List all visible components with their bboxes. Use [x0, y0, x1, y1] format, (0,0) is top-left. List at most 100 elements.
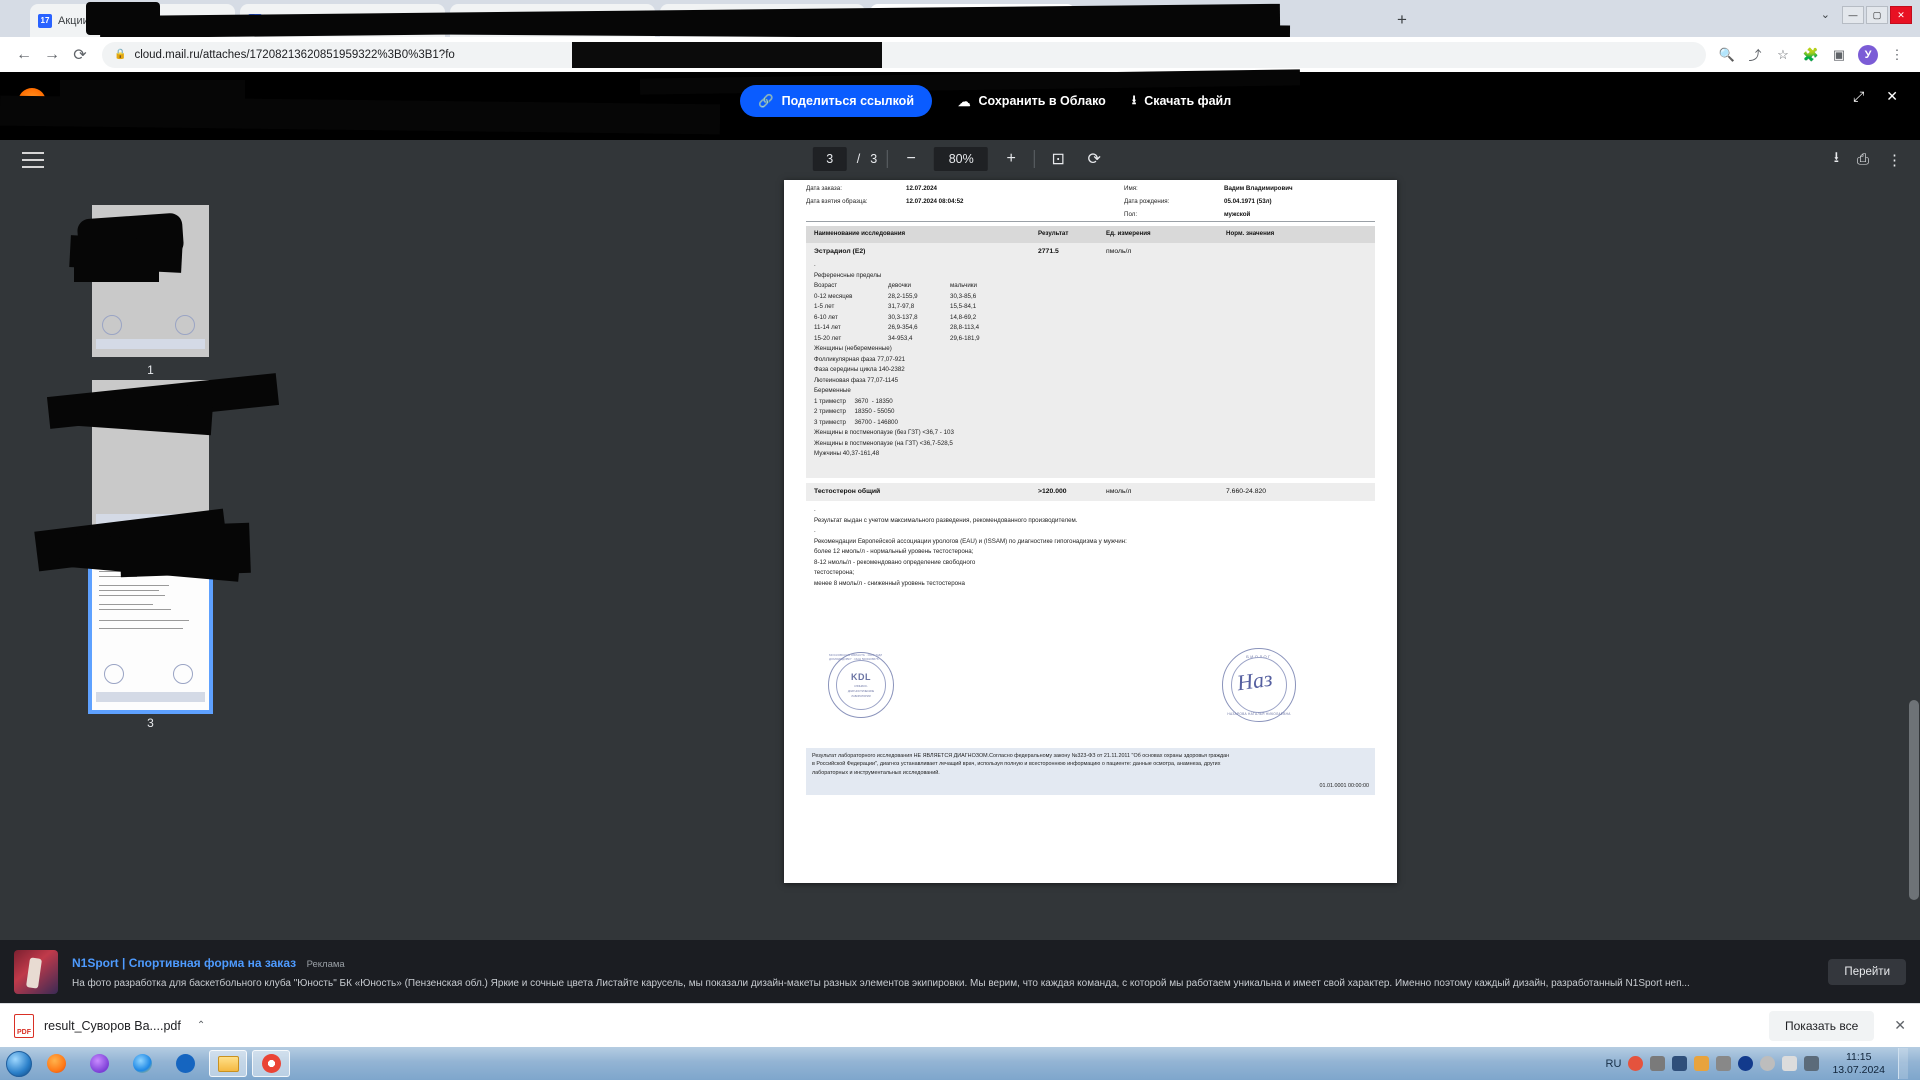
seal-bottom-text: НАЗАРОВА НАТАЛЬЯ НИКОЛАЕВНА — [1223, 712, 1295, 717]
taskbar-app-chrome[interactable] — [252, 1050, 290, 1077]
taskbar-app-firefox[interactable] — [37, 1050, 75, 1077]
update-icon[interactable] — [1694, 1056, 1709, 1071]
thumb-seal-icon — [175, 315, 195, 335]
share-link-button[interactable]: 🔗 Поделиться ссылкой — [740, 85, 932, 117]
reference-extra: Лютеиновая фаза 77,07-1145 — [814, 377, 1367, 388]
ref-age: 11-14 лет — [814, 324, 888, 333]
side-panel-icon[interactable]: ▣ — [1826, 42, 1852, 68]
display-icon[interactable] — [1672, 1056, 1687, 1071]
back-button-icon[interactable]: ← — [10, 41, 38, 69]
taskbar-app-media[interactable] — [166, 1050, 204, 1077]
download-file-name[interactable]: result_Суворов Ва....pdf — [44, 1019, 181, 1033]
tab-favicon: 17 — [38, 14, 52, 28]
network-icon[interactable] — [1650, 1056, 1665, 1071]
ad-title[interactable]: N1Sport | Спортивная форма на заказ — [72, 956, 296, 970]
taskbar-clock[interactable]: 11:15 13.07.2024 — [1826, 1051, 1885, 1077]
rotate-icon[interactable]: ⟳ — [1081, 146, 1107, 172]
download-file-label: Скачать файл — [1144, 94, 1231, 108]
chrome-icon — [262, 1054, 281, 1073]
download-file-button[interactable]: ⭳ Скачать файл — [1132, 91, 1231, 112]
ref-age: 6-10 лет — [814, 314, 888, 323]
share-icon[interactable]: ⤴ — [1742, 42, 1768, 68]
language-indicator[interactable]: RU — [1606, 1058, 1622, 1070]
disclaimer-line: лабораторных и инструментальных исследов… — [812, 769, 1369, 777]
window-controls: ⌄ — ▢ ✕ — [1815, 5, 1912, 24]
bookmark-star-icon[interactable]: ☆ — [1770, 42, 1796, 68]
close-window-button[interactable]: ✕ — [1890, 6, 1912, 24]
reference-row: 15-20 лет34-953,429,6-181,9 — [814, 335, 1367, 346]
browser-menu-icon[interactable]: ⋮ — [1884, 42, 1910, 68]
zoom-level-display[interactable]: 80% — [934, 147, 988, 171]
thumbnail-page-preview[interactable] — [92, 558, 209, 710]
cloud-upload-icon: ☁ — [958, 94, 971, 109]
taskbar-app-browser[interactable] — [80, 1050, 118, 1077]
taskbar-app-ie[interactable] — [123, 1050, 161, 1077]
address-bar[interactable]: 🔒 cloud.mail.ru/attaches/172082136208519… — [102, 42, 1706, 68]
start-button-icon[interactable] — [6, 1051, 32, 1077]
yandex-icon[interactable] — [1716, 1056, 1731, 1071]
ad-banner[interactable]: N1Sport | Спортивная форма на заказ Рекл… — [0, 940, 1920, 1003]
thumb-seal-icon — [104, 664, 124, 684]
clock-date: 13.07.2024 — [1832, 1064, 1885, 1077]
reference-extra: Беременные — [814, 387, 1367, 398]
reload-button-icon[interactable]: ⟳ — [66, 41, 94, 69]
header-label: Имя: — [1124, 182, 1224, 195]
antivirus-icon[interactable] — [1760, 1056, 1775, 1071]
result-name: Эстрадиол (Е2) — [814, 247, 865, 257]
page-number-input[interactable]: 3 — [813, 147, 847, 171]
taskbar-app-explorer[interactable] — [209, 1050, 247, 1077]
download-shelf-actions: Показать все ✕ — [1769, 1011, 1906, 1041]
maximize-button[interactable]: ▢ — [1866, 6, 1888, 24]
reference-row: 6-10 лет30,3-137,814,8-69,2 — [814, 314, 1367, 325]
result-unit: пмоль/л — [1106, 247, 1131, 257]
usb-icon[interactable] — [1628, 1056, 1643, 1071]
pdf-download-icon[interactable]: ⭳ — [1834, 147, 1839, 172]
pdf-menu-icon[interactable]: ⋮ — [1887, 151, 1902, 169]
header-field: Пол: мужской — [1124, 208, 1404, 221]
pdf-scrollbar[interactable] — [1908, 180, 1920, 940]
teamviewer-icon[interactable] — [1738, 1056, 1753, 1071]
download-item[interactable]: PDF result_Суворов Ва....pdf ⌃ — [14, 1014, 205, 1038]
zoom-in-button[interactable]: + — [998, 146, 1024, 172]
thumbnail-item-selected[interactable]: 3 — [92, 558, 209, 730]
thumb-seal-icon — [102, 315, 122, 335]
flag-icon[interactable] — [1782, 1056, 1797, 1071]
chevron-up-icon[interactable]: ⌃ — [197, 1020, 205, 1031]
search-icon[interactable]: 🔍 — [1714, 42, 1740, 68]
seal-brand: KDL — [851, 671, 871, 684]
ref-boys: 28,8-113,4 — [950, 324, 979, 331]
extensions-puzzle-icon[interactable]: 🧩 — [1798, 42, 1824, 68]
minimize-button[interactable]: — — [1842, 6, 1864, 24]
reference-extra: 3 триместр 36700 - 146800 — [814, 419, 1367, 430]
ad-title-row: N1Sport | Спортивная форма на заказ Рекл… — [72, 954, 1812, 972]
signature-mark: Наз — [1235, 663, 1275, 700]
new-tab-button[interactable]: + — [1390, 9, 1414, 33]
fit-page-icon[interactable]: ⊡ — [1045, 146, 1071, 172]
close-viewer-icon[interactable]: ✕ — [1886, 88, 1898, 105]
url-text: cloud.mail.ru/attaches/17208213620851959… — [134, 49, 454, 61]
save-to-cloud-button[interactable]: ☁ Сохранить в Облако — [958, 94, 1106, 109]
show-desktop-button[interactable] — [1898, 1048, 1908, 1079]
ref-boys: 29,6-181,9 — [950, 335, 980, 342]
pdf-print-icon[interactable]: ⎙ — [1857, 151, 1869, 168]
forward-button-icon[interactable]: → — [38, 41, 66, 69]
sidebar-toggle-icon[interactable] — [22, 152, 44, 168]
toolbar-divider — [887, 150, 888, 168]
pdf-scrollbar-thumb[interactable] — [1909, 700, 1919, 900]
reference-dot: . — [814, 261, 1367, 272]
ref-col-boys: мальчики — [950, 282, 977, 289]
zoom-out-button[interactable]: − — [898, 146, 924, 172]
ad-cta-button[interactable]: Перейти — [1828, 959, 1906, 985]
fullscreen-icon[interactable]: ⤢ — [1853, 88, 1864, 105]
show-all-downloads-button[interactable]: Показать все — [1769, 1011, 1874, 1041]
disclaimer-line: в Российской Федерации", диагноз устанав… — [812, 760, 1369, 768]
results-table-header: Наименование исследования Результат Ед. … — [806, 226, 1375, 243]
download-icon: ⭳ — [1132, 91, 1136, 112]
profile-avatar[interactable]: У — [1858, 45, 1878, 65]
windows-taskbar: RU 11:15 13.07.2024 — [0, 1047, 1920, 1080]
close-shelf-icon[interactable]: ✕ — [1894, 1017, 1906, 1034]
volume-icon[interactable] — [1804, 1056, 1819, 1071]
tab-search-chevron-icon[interactable]: ⌄ — [1815, 5, 1836, 24]
seal-sub-3: ЛАБОРАТОРИИ — [851, 695, 870, 699]
disclaimer-line: Результат лабораторного исследования НЕ … — [812, 752, 1369, 760]
